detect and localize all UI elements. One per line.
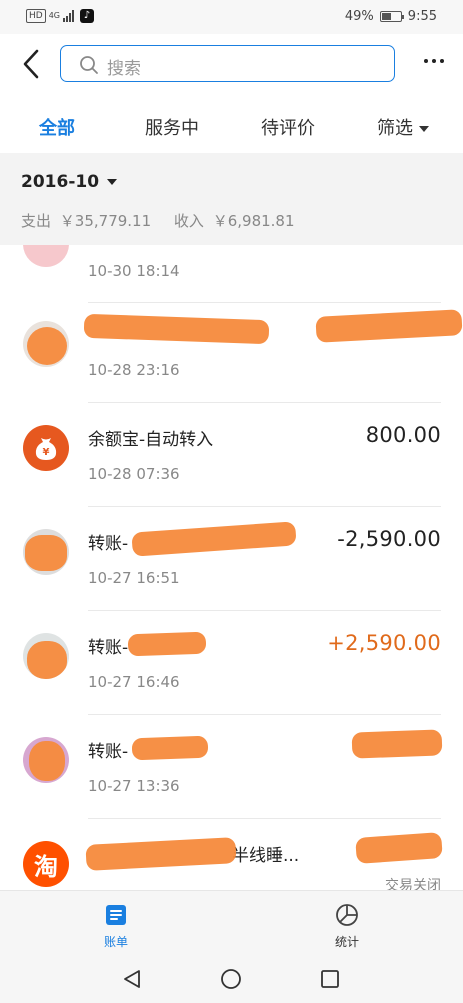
tab-all[interactable]: 全部 [39, 114, 75, 140]
signal-icon [63, 10, 74, 22]
expense-label: 支出 [21, 212, 52, 230]
redacted-title [85, 837, 237, 871]
search-icon [80, 56, 98, 74]
more-button[interactable] [424, 59, 444, 63]
transaction-amount: 800.00 [365, 423, 441, 447]
battery-icon [379, 11, 404, 22]
list-item[interactable]: 转账- 10-27 13:36 [0, 715, 463, 819]
transaction-time: 10-27 13:36 [88, 777, 180, 795]
clock: 9:55 [407, 9, 437, 24]
month-totals: 支出 ￥35,779.11 收入 ￥6,981.81 [21, 210, 299, 231]
pie-chart-icon [336, 904, 358, 926]
income-value: ￥6,981.81 [212, 212, 295, 230]
transaction-time: 10-27 16:46 [88, 673, 180, 691]
svg-text:¥: ¥ [43, 447, 50, 458]
transaction-title: 转账- [88, 534, 129, 554]
search-placeholder: 搜索 [107, 59, 141, 79]
nav-home-icon[interactable] [220, 968, 242, 990]
tab-filter[interactable]: 筛选 [377, 114, 429, 140]
redacted-amount [355, 832, 443, 864]
back-button[interactable] [18, 48, 46, 80]
avatar [23, 737, 69, 783]
network-type: 4G [48, 11, 60, 20]
avatar [23, 245, 69, 267]
yuebao-icon: ¥ [23, 425, 69, 471]
list-item[interactable]: 转账- -2,590.00 10-27 16:51 [0, 507, 463, 611]
list-item[interactable]: 10-30 18:14 [0, 245, 463, 303]
tab-in-service[interactable]: 服务中 [145, 114, 199, 140]
status-left: HD 4G ♪ [26, 9, 94, 23]
transaction-time: 10-28 07:36 [88, 465, 180, 483]
list-item[interactable]: 淘 半线睡... 交易关闭 [0, 819, 463, 890]
transaction-time: 10-27 16:51 [88, 569, 180, 587]
list-item[interactable]: ¥ 余额宝-自动转入 800.00 10-28 07:36 [0, 403, 463, 507]
tab-bill[interactable]: 账单 [86, 903, 146, 950]
caret-down-icon [107, 179, 118, 185]
transaction-title: 半线睡... [232, 846, 300, 866]
tiktok-icon: ♪ [80, 9, 94, 23]
hd-badge: HD [26, 9, 46, 23]
battery-percent: 49% [344, 9, 374, 24]
income-label: 收入 [173, 212, 204, 230]
header: 搜索 [0, 34, 463, 94]
transaction-title: 余额宝-自动转入 [88, 430, 214, 450]
more-dots-icon [424, 59, 428, 63]
transaction-title: 转账- [88, 638, 129, 658]
transaction-amount: +2,590.00 [327, 631, 441, 655]
redacted-title [83, 313, 270, 345]
status-right: 49% 9:55 [345, 9, 437, 24]
filter-tabs: 全部 服务中 待评价 筛选 [0, 94, 463, 153]
redacted-amount [351, 729, 443, 759]
nav-back-icon[interactable] [121, 968, 143, 990]
transaction-time: 10-28 23:16 [88, 361, 180, 379]
nav-recents-icon[interactable] [319, 968, 341, 990]
bill-icon [106, 905, 126, 925]
list-item[interactable]: 10-28 23:16 [0, 299, 463, 403]
transaction-time: 10-30 18:14 [88, 262, 180, 280]
bottom-tab-bar: 账单 统计 [0, 890, 463, 956]
transaction-status: 交易关闭 [385, 878, 441, 890]
avatar [23, 321, 69, 367]
system-nav-bar [0, 956, 463, 1003]
redacted-title [127, 631, 207, 657]
redacted-title [131, 735, 209, 761]
transaction-list: 10-30 18:14 10-28 23:16 ¥ 余额宝-自动转入 800.0… [0, 245, 463, 890]
list-item[interactable]: 转账- +2,590.00 10-27 16:46 [0, 611, 463, 715]
month-selector[interactable]: 2016-10 [21, 172, 118, 192]
avatar [23, 633, 69, 679]
redacted-amount [315, 309, 463, 343]
tab-statistics[interactable]: 统计 [317, 903, 377, 950]
avatar [23, 529, 69, 575]
expense-value: ￥35,779.11 [59, 212, 152, 230]
month-summary: 2016-10 支出 ￥35,779.11 收入 ￥6,981.81 [0, 153, 463, 245]
redacted-title [131, 521, 297, 557]
chevron-left-icon [23, 49, 39, 79]
status-bar: HD 4G ♪ 49% 9:55 [0, 0, 463, 34]
transaction-title: 转账- [88, 742, 129, 762]
taobao-icon: 淘 [23, 841, 69, 887]
caret-down-icon [419, 126, 429, 132]
search-input[interactable]: 搜索 [60, 45, 395, 82]
transaction-amount: -2,590.00 [337, 527, 441, 551]
tab-to-review[interactable]: 待评价 [261, 114, 315, 140]
